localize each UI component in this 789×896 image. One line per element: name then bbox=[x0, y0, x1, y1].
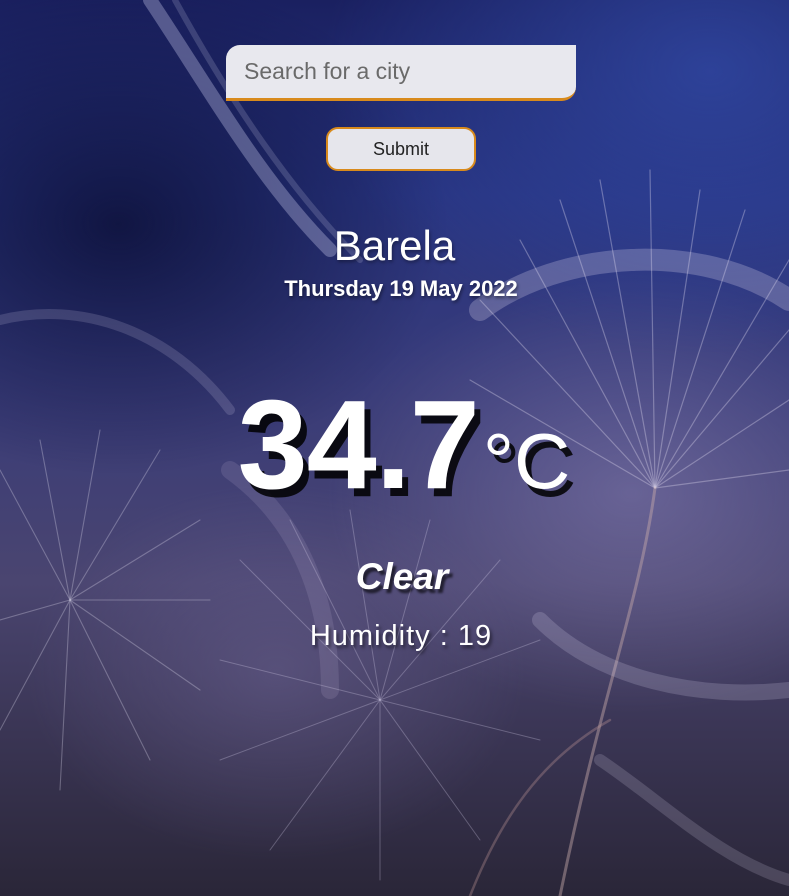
current-date: Thursday 19 May 2022 bbox=[284, 276, 518, 301]
submit-button[interactable]: Submit bbox=[326, 127, 476, 171]
temperature-value: 34.7 bbox=[237, 374, 480, 515]
city-name: Barela bbox=[333, 222, 456, 269]
humidity-separator: : bbox=[439, 620, 449, 652]
weather-condition: Clear bbox=[355, 556, 449, 597]
weather-app: Submit Barela Thursday 19 May 2022 34.7°… bbox=[0, 0, 789, 896]
temperature-unit: °C bbox=[482, 417, 571, 505]
humidity-label: Humidity bbox=[309, 620, 431, 652]
city-search-input[interactable] bbox=[226, 45, 576, 101]
humidity-value: 19 bbox=[457, 620, 493, 652]
temperature-display: 34.7°C bbox=[0, 372, 789, 517]
humidity-readout: Humidity : 19 bbox=[0, 620, 789, 653]
